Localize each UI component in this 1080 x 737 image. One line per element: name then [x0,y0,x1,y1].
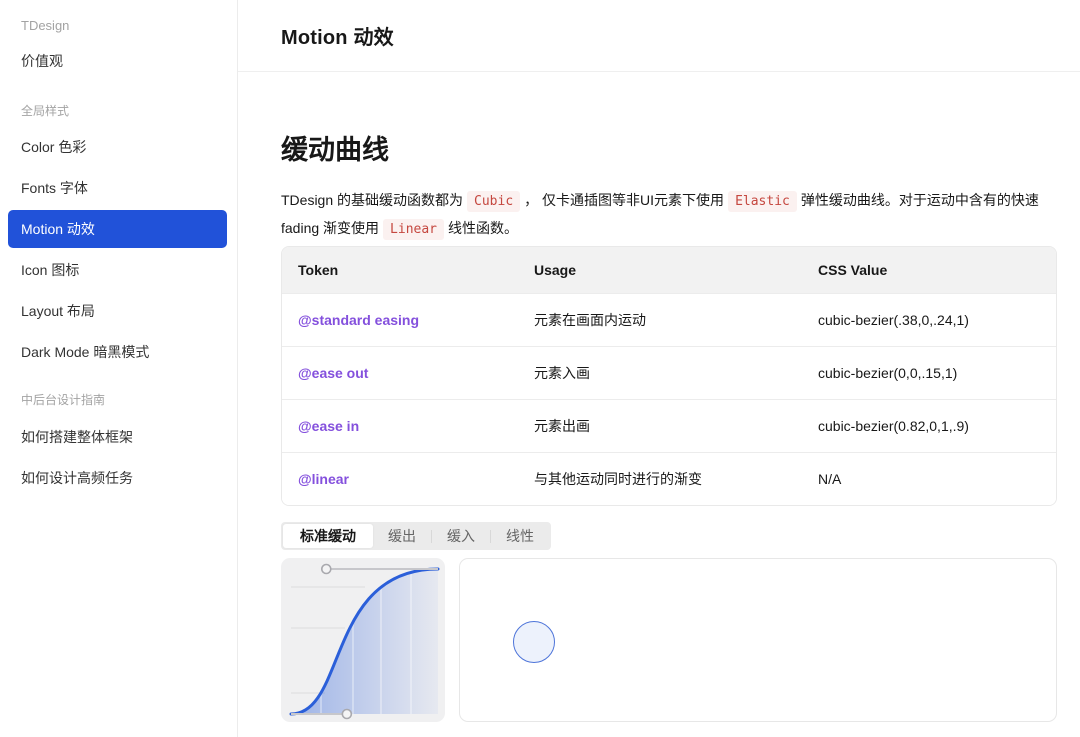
tab-缓入[interactable]: 缓入 [432,524,490,548]
token-name: @linear [298,471,349,487]
easing-table-container: TokenUsageCSS Value @standard easing 元素在画… [281,246,1057,506]
css-value-cell: cubic-bezier(0.82,0,1,.9) [802,400,1056,453]
token-name: @standard easing [298,312,419,328]
sidebar-group-label: 中后台设计指南 [0,390,237,410]
table-row: @linear 与其他运动同时进行的渐变N/A [282,453,1056,506]
sidebar-item-motion-动效[interactable]: Motion 动效 [8,210,227,248]
app-window: TDesign价值观全局样式Color 色彩Fonts 字体Motion 动效I… [0,0,1080,737]
table-column-header: Usage [518,247,802,294]
sidebar-nav: TDesign 价值观全局样式 Color 色彩Fonts 字体Motion 动效I… [0,0,238,737]
usage-cell: 元素入画 [518,347,802,400]
section-title: 缓动曲线 [281,132,1057,168]
inline-code-chip: Elastic [728,191,797,212]
sidebar-item-icon-图标[interactable]: Icon 图标 [8,251,227,289]
table-row: @ease in 元素出画cubic-bezier(0.82,0,1,.9) [282,400,1056,453]
bezier-curve-card [281,558,445,722]
tab-缓出[interactable]: 缓出 [373,524,431,548]
tab-标准缓动[interactable]: 标准缓动 [283,524,373,548]
table-row: @standard easing 元素在画面内运动cubic-bezier(.38… [282,294,1056,347]
easing-table-header: TokenUsageCSS Value [282,247,1056,294]
usage-cell: 与其他运动同时进行的渐变 [518,453,802,506]
table-column-header: Token [282,247,518,294]
sidebar-item-color-色彩[interactable]: Color 色彩 [8,128,227,166]
animation-ball [513,621,555,663]
bezier-handle-bottom[interactable] [342,710,351,719]
token-name: @ease in [298,418,359,434]
animation-stage-card [459,558,1057,722]
usage-cell: 元素出画 [518,400,802,453]
css-value-cell: cubic-bezier(0,0,.15,1) [802,347,1056,400]
inline-code-chip: Cubic [467,191,520,212]
sidebar-item-dark-mode-暗黑模式[interactable]: Dark Mode 暗黑模式 [8,333,227,371]
easing-table: TokenUsageCSS Value @standard easing 元素在画… [282,247,1056,505]
table-column-header: CSS Value [802,247,1056,294]
css-value-cell: N/A [802,453,1056,506]
page-title: Motion 动效 [281,21,394,50]
sidebar-item-如何设计高频任务[interactable]: 如何设计高频任务 [8,459,227,497]
bezier-handle-top[interactable] [322,565,331,574]
sidebar-brand-label: TDesign [0,16,237,36]
sidebar-item-如何搭建整体框架[interactable]: 如何搭建整体框架 [8,418,227,456]
sidebar-item-价值观[interactable]: 价值观 [8,42,227,80]
page-header: Motion 动效 [238,0,1080,72]
intro-paragraph: TDesign 的基础缓动函数都为Cubic， 仅卡通插图等非UI元素下使用El… [281,186,1057,242]
sidebar-item-fonts-字体[interactable]: Fonts 字体 [8,169,227,207]
inline-code-chip: Linear [383,219,444,240]
sidebar-group-label: 全局样式 [0,101,237,121]
usage-cell: 元素在画面内运动 [518,294,802,347]
table-row: @ease out 元素入画cubic-bezier(0,0,.15,1) [282,347,1056,400]
page-content: 缓动曲线 TDesign 的基础缓动函数都为Cubic， 仅卡通插图等非UI元素… [238,132,1080,722]
token-name: @ease out [298,365,368,381]
main-panel: Motion 动效 缓动曲线 TDesign 的基础缓动函数都为Cubic， 仅… [238,0,1080,737]
sidebar-item-layout-布局[interactable]: Layout 布局 [8,292,227,330]
css-value-cell: cubic-bezier(.38,0,.24,1) [802,294,1056,347]
tab-线性[interactable]: 线性 [491,524,549,548]
easing-demo-row [281,558,1057,722]
bezier-curve-chart [281,558,445,722]
easing-tab-bar: 标准缓动缓出缓入线性 [281,522,551,550]
